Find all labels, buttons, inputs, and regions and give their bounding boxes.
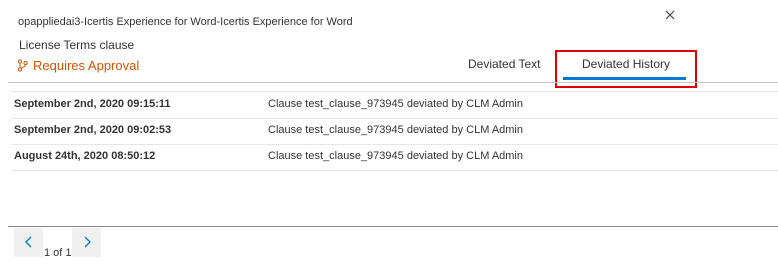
- next-page-button[interactable]: [72, 228, 101, 257]
- footer-divider: [8, 226, 778, 227]
- history-date: August 24th, 2020 08:50:12: [14, 150, 156, 162]
- page-info: 1 of 1: [44, 247, 72, 259]
- history-row: August 24th, 2020 08:50:12 Clause test_c…: [12, 144, 778, 171]
- header-divider: [8, 82, 778, 83]
- history-description: Clause test_clause_973945 deviated by CL…: [268, 98, 523, 110]
- previous-page-button[interactable]: [14, 228, 43, 257]
- history-row: September 2nd, 2020 09:15:11 Clause test…: [12, 92, 778, 119]
- tab-deviated-text[interactable]: Deviated Text: [468, 57, 541, 71]
- history-date: September 2nd, 2020 09:02:53: [14, 124, 172, 136]
- approval-status: Requires Approval: [17, 58, 139, 73]
- clause-name: License Terms clause: [19, 38, 135, 52]
- close-icon: [665, 10, 675, 20]
- history-description: Clause test_clause_973945 deviated by CL…: [268, 124, 523, 136]
- close-button[interactable]: [662, 7, 678, 23]
- history-row: September 2nd, 2020 09:02:53 Clause test…: [12, 118, 778, 145]
- window-title: opappliedai3-Icertis Experience for Word…: [18, 16, 353, 28]
- approval-status-label: Requires Approval: [33, 58, 140, 73]
- dialog: opappliedai3-Icertis Experience for Word…: [0, 0, 778, 275]
- history-description: Clause test_clause_973945 deviated by CL…: [268, 150, 523, 162]
- history-date: September 2nd, 2020 09:15:11: [14, 98, 171, 110]
- branch-icon: [17, 59, 28, 72]
- chevron-left-icon: [24, 236, 31, 248]
- chevron-right-icon: [84, 236, 91, 248]
